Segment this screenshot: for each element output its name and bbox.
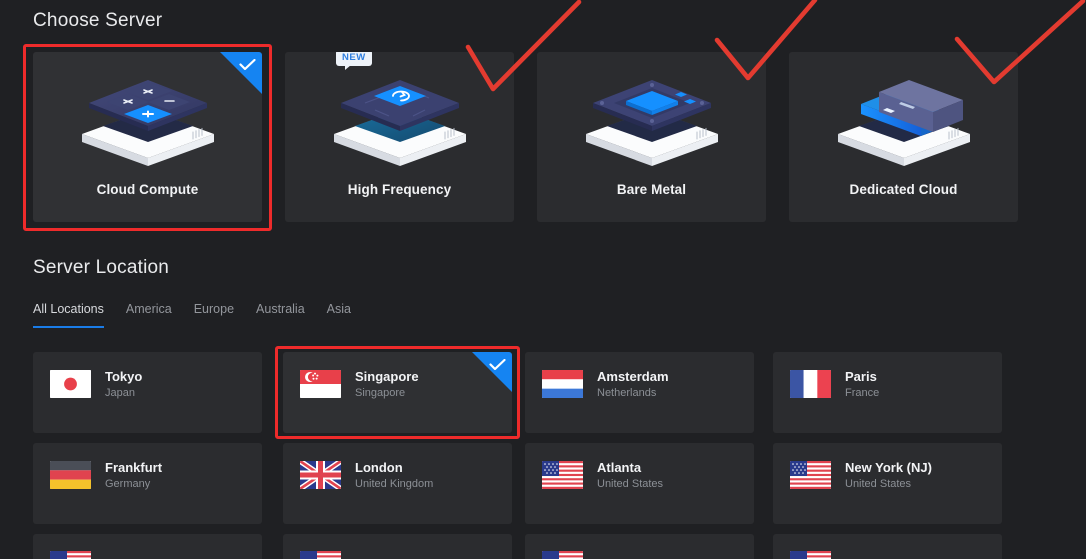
location-card-frankfurt[interactable]: Frankfurt Germany [33,443,262,524]
server-card-dedicated-cloud[interactable]: Dedicated Cloud [789,52,1018,222]
tab-america[interactable]: America [126,302,172,328]
high-frequency-illustration [285,58,514,170]
location-city: Amsterdam [597,369,669,384]
choose-server-page: Choose Server Cloud Compute NEW High Fre… [0,0,1086,559]
server-card-bare-metal[interactable]: Bare Metal [537,52,766,222]
location-card-atlanta[interactable]: Atlanta United States [525,443,754,524]
tab-label: America [125,302,172,316]
flag-netherlands-icon [542,370,583,398]
tab-europe[interactable]: Europe [194,302,234,328]
flag-uk-icon [300,461,341,489]
location-card-row3-1[interactable] [33,534,262,559]
tab-australia[interactable]: Australia [256,302,305,328]
flag-usa-icon [790,461,831,489]
selected-check-badge [472,352,512,392]
location-country: Singapore [355,387,406,399]
location-card-amsterdam[interactable]: Amsterdam Netherlands [525,352,754,433]
location-card-row3-2[interactable] [283,534,512,559]
location-country: United Kingdom [355,478,434,490]
check-icon [239,59,256,70]
server-card-label: Cloud Compute [96,182,199,197]
location-card-row3-4[interactable] [773,534,1002,559]
location-country: Japan [105,387,135,399]
flag-usa-icon [790,551,831,559]
new-badge: NEW [336,52,372,69]
location-grid: Tokyo Japan Singapore Singapore Amsterda… [33,352,1053,559]
check-icon [489,359,506,370]
corner-triangle [472,352,512,392]
tab-label: Europe [193,302,235,316]
location-filter-tabs: All Locations America Europe Australia A… [33,302,351,328]
page-title-choose-server: Choose Server [33,10,163,31]
tab-all-locations[interactable]: All Locations [33,302,104,328]
flag-usa-icon [542,461,583,489]
location-city: Frankfurt [105,460,163,475]
tab-label: Asia [326,302,351,316]
location-country: United States [597,478,664,490]
flag-japan-icon [50,370,91,398]
location-city: Paris [845,369,877,384]
location-card-london[interactable]: London United Kingdom [283,443,512,524]
page-title-server-location: Server Location [33,257,170,278]
tab-label: All Locations [33,302,104,316]
flag-usa-icon [300,551,341,559]
selected-check-badge [220,52,262,94]
location-card-new-york[interactable]: New York (NJ) United States [773,443,1002,524]
bare-metal-illustration [537,58,766,170]
server-card-label: High Frequency [347,182,452,197]
location-city: Tokyo [105,369,143,384]
flag-germany-icon [50,461,91,489]
location-city: New York (NJ) [845,460,932,475]
location-city: London [355,460,403,475]
location-card-paris[interactable]: Paris France [773,352,1002,433]
server-card-cloud-compute[interactable]: Cloud Compute [33,52,262,222]
location-country: Germany [105,478,151,490]
location-card-singapore[interactable]: Singapore Singapore [283,352,512,433]
location-city: Atlanta [597,460,642,475]
tab-label: Australia [256,302,305,316]
flag-usa-icon [50,551,91,559]
tab-asia[interactable]: Asia [327,302,351,328]
dedicated-cloud-illustration [789,58,1018,170]
flag-france-icon [790,370,831,398]
server-card-label: Dedicated Cloud [849,182,958,197]
server-type-grid: Cloud Compute NEW High Frequency Bare Me… [33,52,1053,222]
flag-usa-icon [542,551,583,559]
server-card-high-frequency[interactable]: NEW High Frequency [285,52,514,222]
location-card-tokyo[interactable]: Tokyo Japan [33,352,262,433]
location-country: Netherlands [597,387,657,399]
location-country: United States [845,478,912,490]
server-card-label: Bare Metal [616,182,687,197]
location-card-row3-3[interactable] [525,534,754,559]
flag-singapore-icon [300,370,341,398]
location-country: France [845,387,880,399]
location-city: Singapore [355,369,419,384]
